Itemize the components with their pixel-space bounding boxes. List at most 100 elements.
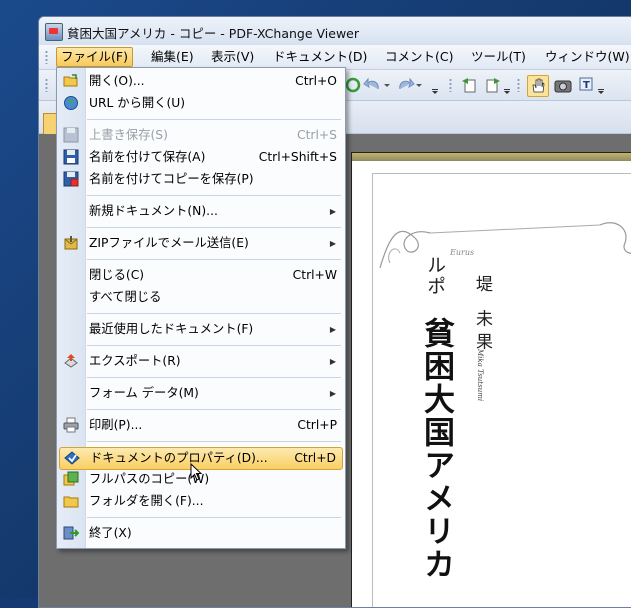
menu-item-print[interactable]: 印刷(P)... Ctrl+P [59, 415, 343, 436]
menu-edit[interactable]: 編集(E) [147, 48, 198, 66]
menu-item-label: 閉じる(C) [89, 268, 145, 282]
exit-icon [63, 525, 80, 541]
menu-separator [87, 409, 341, 410]
page-top-edge [352, 153, 631, 161]
menu-item-shortcut: Ctrl+Shift+S [258, 150, 337, 164]
author-roman: Mika Tsutsumi [476, 349, 484, 402]
menu-separator [87, 119, 341, 120]
menu-item-label: フォルダを開く(F)... [89, 494, 204, 508]
menu-item-close-all[interactable]: すべて閉じる [59, 287, 343, 308]
menu-separator [87, 313, 341, 314]
text-select-dropdown-icon[interactable] [597, 75, 605, 95]
series-label: ルポ [424, 255, 446, 297]
hand-tool-icon[interactable] [527, 75, 549, 97]
menu-item-label: 新規ドキュメント(N)... [89, 204, 218, 218]
save-disk-icon [63, 127, 79, 143]
menu-window[interactable]: ウィンドウ(W) [541, 48, 631, 66]
menu-item-zip-mail[interactable]: ZIPファイルでメール送信(E) ▶ [59, 233, 343, 254]
window-title: 貧困大国アメリカ - コピー - PDF-XChange Viewer [67, 26, 360, 41]
menu-item-save-copy-as[interactable]: 名前を付けてコピーを保存(P) [59, 169, 343, 190]
save-as-disk-icon [63, 149, 79, 165]
menu-item-shortcut: Ctrl+S [297, 128, 337, 142]
menu-item-label: エクスポート(R) [89, 354, 181, 368]
menu-item-shortcut: Ctrl+O [295, 74, 337, 88]
toolbar-grip-2[interactable] [449, 78, 452, 92]
menu-separator [87, 441, 341, 442]
menu-item-label: ドキュメントのプロパティ(D)... [90, 451, 268, 465]
menu-item-export[interactable]: エクスポート(R) ▶ [59, 351, 343, 372]
title-bar[interactable]: 貧困大国アメリカ - コピー - PDF-XChange Viewer [39, 17, 631, 46]
menu-tools[interactable]: ツール(T) [467, 48, 530, 66]
printer-icon [63, 417, 79, 433]
menu-item-shortcut: Ctrl+W [292, 268, 337, 282]
submenu-arrow-icon: ▶ [329, 325, 336, 334]
menu-view[interactable]: 表示(V) [207, 48, 258, 66]
folder-open-icon [63, 73, 79, 89]
mouse-cursor-icon [190, 463, 203, 481]
menu-item-label: 印刷(P)... [89, 418, 143, 432]
submenu-arrow-icon: ▶ [329, 389, 336, 398]
page-frame-top [372, 173, 631, 174]
menu-item-save[interactable]: 上書き保存(S) Ctrl+S [59, 125, 343, 146]
menu-document[interactable]: ドキュメント(D) [269, 48, 371, 66]
menu-item-label: 名前を付けてコピーを保存(P) [89, 172, 254, 186]
undo-dropdown-icon[interactable] [383, 75, 391, 95]
redo-dropdown-icon[interactable] [415, 75, 423, 95]
menu-item-label: 最近使用したドキュメント(F) [89, 322, 254, 336]
menu-file[interactable]: ファイル(F) [56, 47, 133, 67]
menu-item-label: 上書き保存(S) [89, 128, 168, 142]
menu-separator [87, 227, 341, 228]
menu-item-label: ZIPファイルでメール送信(E) [89, 236, 249, 250]
menu-item-shortcut: Ctrl+P [297, 418, 337, 432]
toolbar-options-icon[interactable] [431, 75, 439, 95]
menu-item-open-folder[interactable]: フォルダを開く(F)... [59, 491, 343, 512]
toolbar-grip-3[interactable] [517, 78, 520, 92]
text-select-icon[interactable]: T [577, 75, 597, 95]
pdf-page: Eurus ルポ 堤 未果 Mika Tsutsumi 貧困大国アメリカ [351, 152, 631, 607]
copy-path-icon [63, 471, 79, 487]
menu-item-label: 終了(X) [89, 526, 132, 540]
menu-separator [87, 345, 341, 346]
menu-item-label: 開く(O)... [89, 74, 145, 88]
app-icon [45, 23, 63, 41]
menu-item-recent[interactable]: 最近使用したドキュメント(F) ▶ [59, 319, 343, 340]
menu-item-label: すべて閉じる [89, 290, 162, 304]
rotate-dropdown-icon[interactable] [503, 75, 511, 95]
rotate-right-icon[interactable] [483, 75, 503, 95]
menubar-grip[interactable] [45, 50, 48, 64]
menu-item-open[interactable]: 開く(O)... Ctrl+O [59, 71, 343, 92]
ornament-text: Eurus [450, 248, 475, 257]
menu-item-new-document[interactable]: 新規ドキュメント(N)... ▶ [59, 201, 343, 222]
menu-item-label: URL から開く(U) [89, 96, 186, 110]
menu-separator [87, 517, 341, 518]
menu-separator [87, 195, 341, 196]
menu-item-label: 名前を付けて保存(A) [89, 150, 206, 164]
menu-item-exit[interactable]: 終了(X) [59, 523, 343, 544]
book-title: 貧困大国アメリカ [418, 317, 454, 581]
document-properties-icon [64, 450, 80, 466]
menu-comment[interactable]: コメント(C) [381, 48, 457, 66]
submenu-arrow-icon: ▶ [329, 207, 336, 216]
menu-separator [87, 377, 341, 378]
menu-item-shortcut: Ctrl+D [294, 451, 336, 465]
svg-text:T: T [583, 80, 590, 91]
zip-mail-icon [63, 235, 79, 251]
export-icon [63, 353, 79, 369]
menu-item-label: フォーム データ(M) [89, 386, 199, 400]
folder-icon [63, 493, 79, 509]
toolbar-grip[interactable] [45, 78, 48, 92]
rotate-left-icon[interactable] [459, 75, 479, 95]
snapshot-icon[interactable] [553, 75, 573, 95]
undo-icon[interactable] [363, 75, 383, 95]
refresh-icon[interactable] [343, 75, 363, 95]
save-copy-disk-icon [63, 171, 79, 187]
menu-item-form-data[interactable]: フォーム データ(M) ▶ [59, 383, 343, 404]
menu-item-close[interactable]: 閉じる(C) Ctrl+W [59, 265, 343, 286]
redo-icon[interactable] [395, 75, 415, 95]
menu-item-save-as[interactable]: 名前を付けて保存(A) Ctrl+Shift+S [59, 147, 343, 168]
page-ornament [379, 222, 631, 269]
menu-item-open-url[interactable]: URL から開く(U) [59, 93, 343, 114]
menu-separator [87, 259, 341, 260]
globe-icon [63, 95, 79, 111]
submenu-arrow-icon: ▶ [329, 239, 336, 248]
